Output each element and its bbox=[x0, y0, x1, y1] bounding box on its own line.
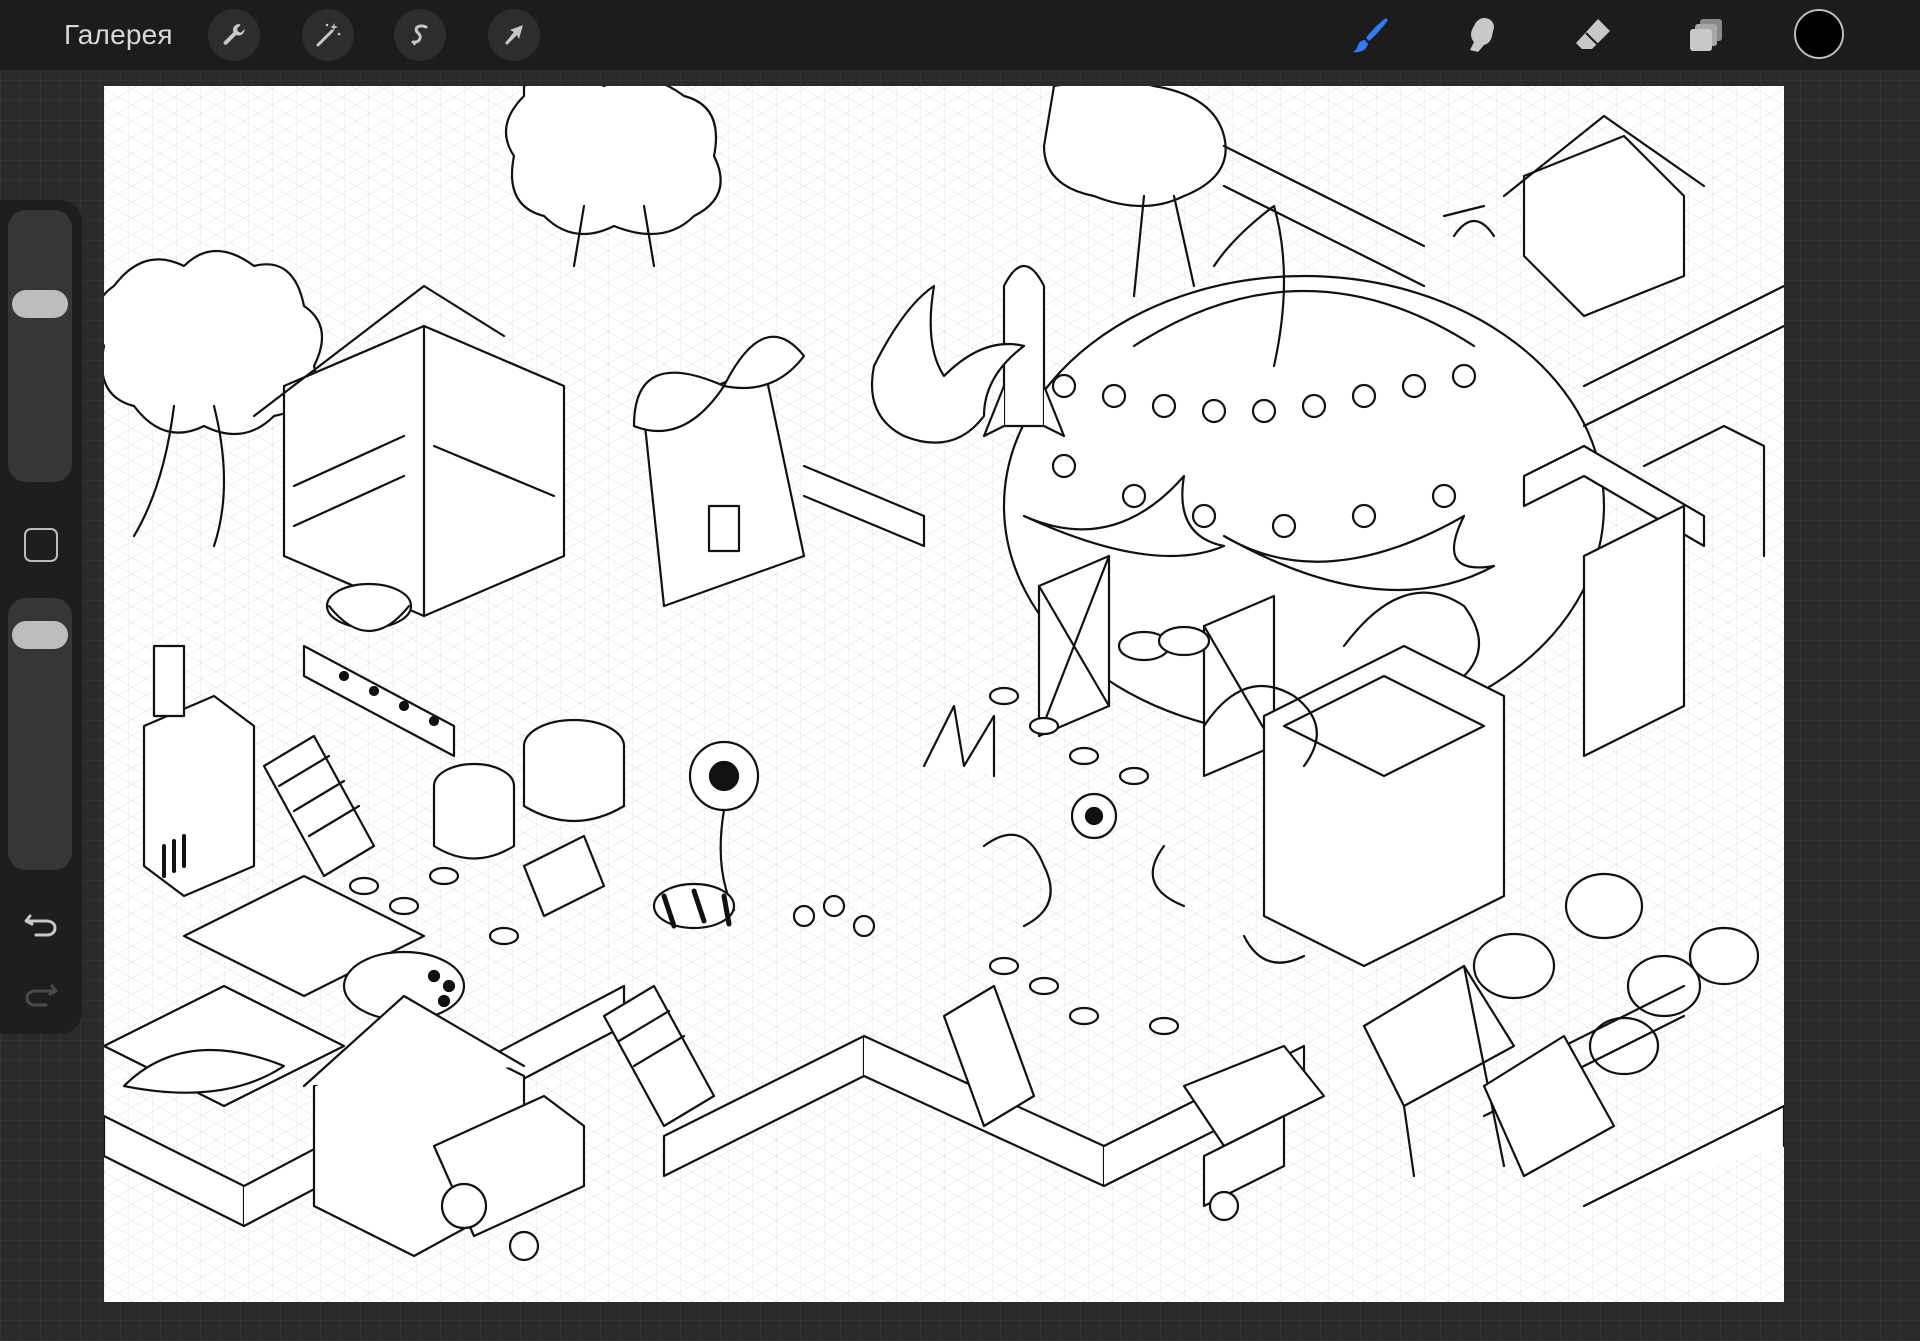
brush-tool[interactable] bbox=[1346, 10, 1396, 60]
actions-button[interactable] bbox=[208, 9, 260, 61]
wrench-icon bbox=[223, 23, 245, 45]
opacity-slider[interactable] bbox=[8, 598, 72, 870]
arrow-cursor-icon bbox=[505, 25, 523, 45]
smudge-icon bbox=[1470, 18, 1494, 52]
redo-icon bbox=[25, 984, 58, 1007]
adjustments-button[interactable] bbox=[302, 9, 354, 61]
layers-icon bbox=[1690, 19, 1722, 51]
eraser-tool[interactable] bbox=[1568, 10, 1618, 60]
gallery-button[interactable]: Галерея bbox=[64, 17, 173, 53]
selection-button[interactable] bbox=[394, 9, 446, 61]
undo-button[interactable] bbox=[20, 900, 62, 942]
brush-size-slider[interactable] bbox=[8, 210, 72, 482]
isometric-line-art bbox=[104, 86, 1784, 1262]
undo-icon bbox=[24, 914, 57, 937]
eraser-icon bbox=[1576, 19, 1610, 49]
opacity-thumb[interactable] bbox=[12, 620, 68, 649]
modify-button[interactable] bbox=[24, 528, 58, 562]
brush-icon bbox=[1353, 18, 1388, 53]
layers-button[interactable] bbox=[1682, 10, 1732, 60]
brush-size-thumb[interactable] bbox=[12, 289, 68, 318]
magic-wand-icon bbox=[316, 23, 341, 47]
color-picker-button[interactable] bbox=[1794, 9, 1844, 59]
transform-button[interactable] bbox=[488, 9, 540, 61]
smudge-tool[interactable] bbox=[1458, 10, 1508, 60]
ghost-tree bbox=[1042, 86, 1227, 298]
drawing-canvas[interactable] bbox=[104, 86, 1784, 1302]
stepping-stones bbox=[348, 686, 1180, 1036]
monster-plants bbox=[652, 704, 1118, 938]
kitchen-pots bbox=[432, 718, 626, 918]
selection-s-icon bbox=[411, 24, 428, 46]
redo-button[interactable] bbox=[20, 970, 62, 1012]
procreate-app: Галерея bbox=[0, 0, 1920, 1341]
left-sidebar bbox=[0, 200, 82, 1034]
giant-pumpkin bbox=[1002, 204, 1606, 778]
top-toolbar: Галерея bbox=[0, 0, 1920, 70]
tents bbox=[1362, 964, 1616, 1178]
distiller bbox=[142, 644, 256, 898]
